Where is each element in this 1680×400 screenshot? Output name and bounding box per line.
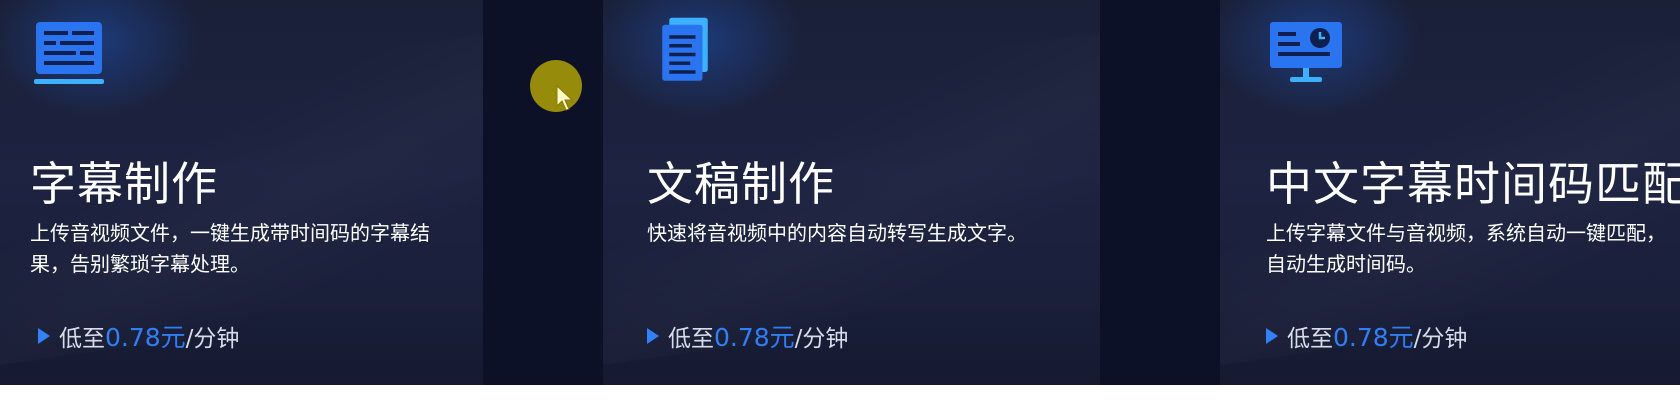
- card-title: 中文字幕时间码匹配: [1266, 157, 1680, 211]
- price-suffix: /分钟: [185, 326, 240, 352]
- price-suffix: /分钟: [794, 326, 849, 352]
- play-arrow-icon: [1266, 328, 1278, 344]
- price-suffix: /分钟: [1413, 326, 1468, 352]
- document-icon: [662, 17, 708, 81]
- mouse-pointer-icon: [556, 84, 574, 111]
- price-line: 低至 0.78元 /分钟: [38, 318, 239, 354]
- card-description: 上传字幕文件与音视频，系统自动一键匹配，自动生成时间码。: [1266, 221, 1666, 276]
- service-card-document[interactable]: 文稿制作 快速将音视频中的内容自动转写生成文字。 低至 0.78元 /分钟: [603, 0, 1100, 385]
- card-title: 字幕制作: [30, 157, 218, 211]
- play-arrow-icon: [38, 328, 50, 344]
- monitor-clock-icon: [1270, 22, 1342, 82]
- card-description: 上传音视频文件，一键生成带时间码的字幕结果，告别繁琐字幕处理。: [30, 221, 430, 276]
- play-arrow-icon: [647, 328, 659, 344]
- service-card-timecode-match[interactable]: 中文字幕时间码匹配 上传字幕文件与音视频，系统自动一键匹配，自动生成时间码。 低…: [1220, 0, 1680, 385]
- price-prefix: 低至: [1287, 326, 1333, 352]
- price-value: 0.78元: [714, 323, 795, 352]
- price-prefix: 低至: [668, 326, 714, 352]
- price-line: 低至 0.78元 /分钟: [647, 318, 848, 354]
- price-value: 0.78元: [1333, 323, 1414, 352]
- price-prefix: 低至: [59, 326, 105, 352]
- card-title: 文稿制作: [647, 157, 835, 211]
- service-card-subtitle[interactable]: 字幕制作 上传音视频文件，一键生成带时间码的字幕结果，告别繁琐字幕处理。 低至 …: [0, 0, 483, 385]
- price-value: 0.78元: [105, 323, 186, 352]
- subtitle-icon: [34, 22, 104, 84]
- services-banner: 字幕制作 上传音视频文件，一键生成带时间码的字幕结果，告别繁琐字幕处理。 低至 …: [0, 0, 1680, 385]
- price-line: 低至 0.78元 /分钟: [1266, 318, 1467, 354]
- card-description: 快速将音视频中的内容自动转写生成文字。: [647, 221, 1027, 245]
